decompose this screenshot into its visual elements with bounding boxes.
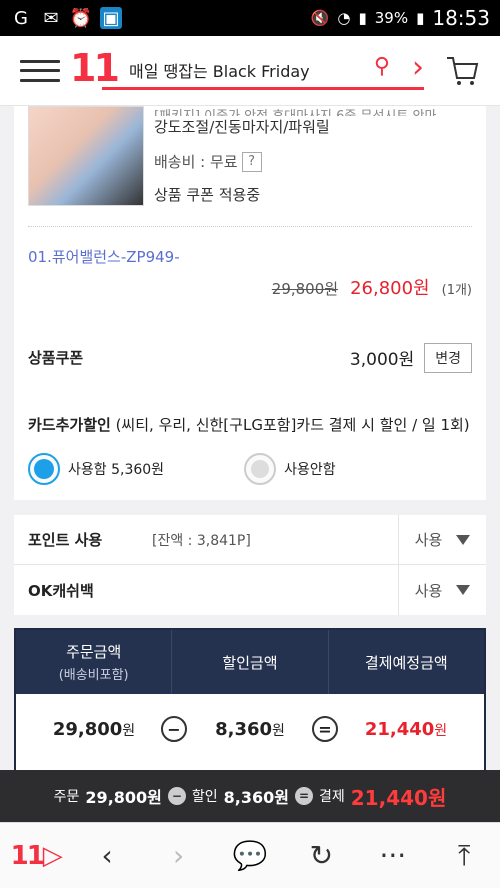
refresh-icon[interactable]: ↻ bbox=[296, 831, 346, 881]
original-price: 29,800원 bbox=[271, 280, 339, 298]
price-row: 29,800원 26,800원 (1개) bbox=[272, 274, 472, 300]
battery-level: 39% bbox=[374, 9, 409, 27]
g-icon: G bbox=[14, 7, 28, 29]
minus-icon: − bbox=[167, 787, 186, 805]
home-logo-icon[interactable]: 11 ▷ bbox=[11, 831, 63, 881]
okcashbag-row: OK캐쉬백 사용 bbox=[14, 565, 486, 615]
search-icon[interactable]: ⚲ bbox=[374, 54, 390, 79]
scroll-top-icon[interactable]: ⤒ bbox=[439, 831, 489, 881]
discount-amount-header: 할인금액 bbox=[172, 630, 329, 694]
change-coupon-button[interactable]: 변경 bbox=[424, 342, 472, 373]
point-balance: [잔액 : 3,841P] bbox=[152, 532, 251, 549]
box-icon: ▣ bbox=[100, 7, 122, 29]
divider bbox=[28, 226, 472, 227]
search-bar[interactable]: 11 매일 땡잡는 Black Friday ⚲ › bbox=[70, 46, 424, 90]
chat-icon[interactable]: 💬 bbox=[225, 831, 275, 881]
battery-icon: ▮ bbox=[416, 9, 425, 27]
product-name-line2: 강도조절/진동마자지/파워릴 bbox=[154, 118, 330, 136]
pay-amount-header: 결제예정금액 bbox=[364, 653, 448, 672]
clock: 18:53 bbox=[432, 6, 490, 30]
total-discount-amount: 8,360원 bbox=[223, 788, 289, 807]
menu-icon[interactable] bbox=[20, 56, 60, 86]
payment-summary: 주문금액 (배송비포함) 할인금액 결제예정금액 29,800원 8,360원 … bbox=[14, 628, 486, 773]
card-discount-section: 카드추가할인 (씨티, 우리, 신한[구LG포함]카드 결제 시 할인 / 일 … bbox=[14, 400, 486, 500]
order-amount-header: 주문금액 (배송비포함) bbox=[16, 630, 173, 694]
card-discount-title: 카드추가할인 (씨티, 우리, 신한[구LG포함]카드 결제 시 할인 / 일 … bbox=[28, 416, 470, 434]
point-label: 포인트 사용 bbox=[28, 531, 103, 549]
product-option: 01.퓨어밸런스-ZP949- bbox=[28, 248, 180, 266]
back-icon[interactable]: ‹ bbox=[82, 831, 132, 881]
logo[interactable]: 11 bbox=[70, 46, 120, 90]
mail-icon: ✉ bbox=[43, 7, 59, 29]
status-bar: G ✉ ⏰ ▣ 🔇 ◔ ▮ 39% ▮ 18:53 bbox=[0, 0, 500, 36]
alarm-icon: ⏰ bbox=[69, 7, 93, 29]
dropdown-icon bbox=[456, 585, 471, 595]
forward-icon[interactable]: › bbox=[154, 831, 204, 881]
points-section: 포인트 사용 [잔액 : 3,841P] 사용 OK캐쉬백 사용 bbox=[14, 514, 486, 615]
minus-icon: − bbox=[161, 716, 187, 742]
coupon-label: 상품쿠폰 bbox=[28, 349, 84, 367]
quantity: (1개) bbox=[441, 283, 472, 298]
shipping-help-icon[interactable]: ? bbox=[241, 151, 262, 172]
shipping-info: 배송비 : 무료 ? bbox=[154, 151, 262, 172]
okcashbag-use-select[interactable]: 사용 bbox=[398, 565, 486, 615]
app-header: 11 매일 땡잡는 Black Friday ⚲ › bbox=[0, 36, 500, 106]
order-amount: 29,800원 bbox=[52, 718, 136, 740]
equals-icon: = bbox=[312, 716, 338, 742]
search-underline bbox=[102, 87, 424, 90]
equals-icon: = bbox=[295, 787, 313, 805]
okcashbag-label: OK캐쉬백 bbox=[28, 581, 94, 600]
discount-amount: 8,360원 bbox=[215, 718, 285, 740]
signal-icon: ▮ bbox=[358, 9, 367, 27]
coupon-amount: 3,000원 bbox=[349, 350, 415, 370]
coupon-card: 상품쿠폰 3,000원 변경 bbox=[14, 330, 486, 385]
radio-use-discount[interactable]: 사용함 5,360원 bbox=[28, 453, 164, 485]
wifi-icon: ◔ bbox=[337, 9, 351, 27]
search-text: 매일 땡잡는 Black Friday bbox=[129, 62, 310, 81]
dropdown-icon bbox=[456, 534, 471, 545]
point-row: 포인트 사용 [잔액 : 3,841P] 사용 bbox=[14, 514, 486, 565]
coupon-applied-text: 상품 쿠폰 적용중 bbox=[154, 186, 261, 204]
more-icon[interactable]: ··· bbox=[368, 831, 418, 881]
radio-no-discount[interactable]: 사용안함 bbox=[244, 453, 336, 485]
total-pay-amount: 21,440원 bbox=[350, 785, 447, 810]
bottom-navbar: 11 ▷ ‹ › 💬 ↻ ··· ⤒ bbox=[0, 822, 500, 888]
point-use-select[interactable]: 사용 bbox=[398, 514, 486, 565]
shipping-label: 배송비 : 무료 bbox=[154, 153, 238, 171]
total-order-amount: 29,800원 bbox=[85, 788, 162, 807]
mute-icon: 🔇 bbox=[310, 9, 330, 27]
product-image[interactable] bbox=[28, 106, 144, 206]
radio-unselected-icon[interactable] bbox=[244, 453, 277, 485]
arrow-right-icon: › bbox=[412, 50, 424, 85]
product-name: [패키지] 이중가 안정 휴대마사지 6중 무선시트 안마 강도조절/진동마자지… bbox=[154, 106, 436, 138]
radio-selected-icon[interactable] bbox=[28, 453, 60, 485]
pay-amount: 21,440원 bbox=[364, 718, 448, 740]
total-bar: 주문 29,800원 − 할인 8,360원 = 결제 21,440원 bbox=[0, 770, 500, 822]
cart-icon[interactable] bbox=[444, 52, 480, 88]
sale-price: 26,800원 bbox=[350, 278, 430, 299]
